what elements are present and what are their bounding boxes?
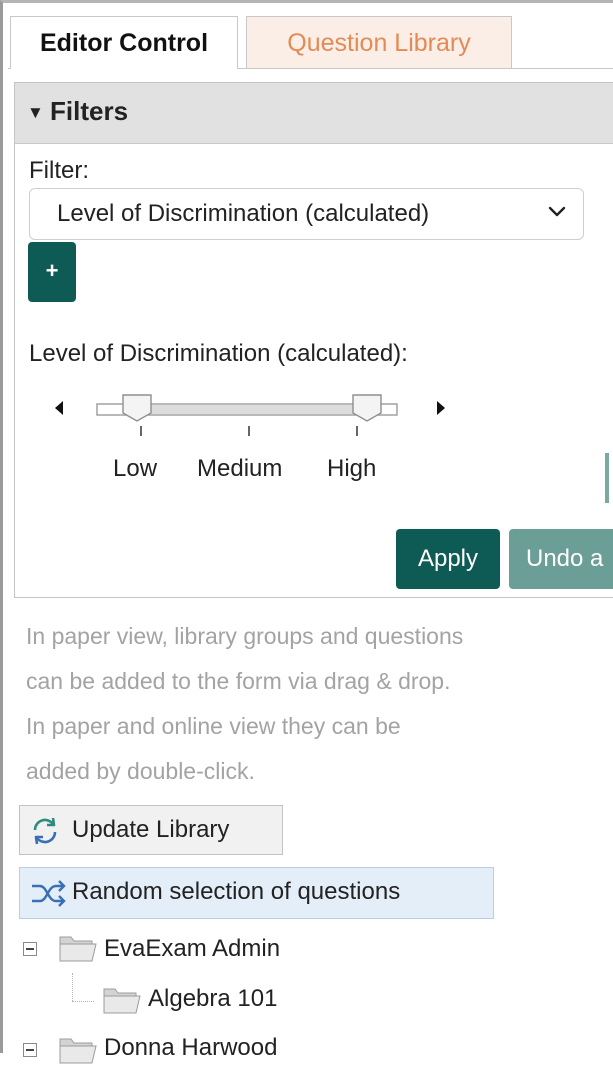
tree-group-label[interactable]: EvaExam Admin (104, 935, 280, 963)
slider-handle-high[interactable] (352, 394, 382, 422)
slider-handle-low[interactable] (122, 394, 152, 422)
update-library-button[interactable]: Update Library (19, 805, 283, 855)
info-line: In paper view, library groups and questi… (26, 623, 464, 649)
tree-group-label[interactable]: Donna Harwood (104, 1034, 277, 1062)
tree-connector (72, 973, 73, 1001)
tick-label-high: High (327, 455, 377, 482)
slider-right-arrow-icon[interactable] (437, 401, 445, 415)
slider-left-arrow-icon[interactable] (55, 401, 63, 415)
discrimination-slider[interactable] (93, 386, 413, 446)
tree-connector (72, 1001, 94, 1002)
collapse-icon[interactable] (23, 942, 37, 956)
folder-icon (59, 1038, 97, 1064)
info-text: In paper view, library groups and questi… (26, 614, 606, 794)
folder-icon (103, 988, 141, 1014)
shuffle-icon (29, 877, 69, 916)
collapse-icon[interactable] (23, 1043, 37, 1057)
scroll-edge (605, 453, 609, 503)
filter-select[interactable]: Level of Discrimination (calculated) (29, 188, 584, 240)
tab-question-library[interactable]: Question Library (246, 16, 512, 68)
undo-button[interactable]: Undo a (509, 529, 613, 589)
info-line: added by double-click. (26, 758, 255, 784)
filter-select-value: Level of Discrimination (calculated) (57, 200, 430, 227)
random-selection-label: Random selection of questions (72, 878, 401, 905)
slider-range-fill (127, 405, 367, 414)
folder-icon (59, 936, 97, 962)
tick-label-low: Low (113, 455, 158, 482)
filters-header[interactable]: ▼ Filters (15, 83, 613, 144)
chevron-down-icon (545, 200, 569, 229)
tree-item-label[interactable]: Algebra 101 (148, 985, 277, 1013)
refresh-icon (29, 815, 61, 854)
caret-down-icon: ▼ (27, 103, 44, 122)
apply-button[interactable]: Apply (396, 529, 500, 589)
filter-label: Filter: (29, 157, 89, 184)
update-library-label: Update Library (72, 816, 230, 843)
filters-title: Filters (50, 96, 129, 126)
info-line: can be added to the form via drag & drop… (26, 668, 451, 694)
info-line: In paper and online view they can be (26, 713, 401, 739)
tab-bar: Editor Control Question Library (8, 14, 613, 69)
tick-label-medium: Medium (197, 455, 283, 482)
filters-panel: ▼ Filters Filter: Level of Discriminatio… (14, 82, 613, 598)
add-filter-button[interactable]: + (28, 242, 76, 302)
random-selection-button[interactable]: Random selection of questions (19, 867, 494, 919)
tab-editor-control[interactable]: Editor Control (10, 16, 238, 69)
slider-label: Level of Discrimination (calculated): (29, 340, 408, 367)
